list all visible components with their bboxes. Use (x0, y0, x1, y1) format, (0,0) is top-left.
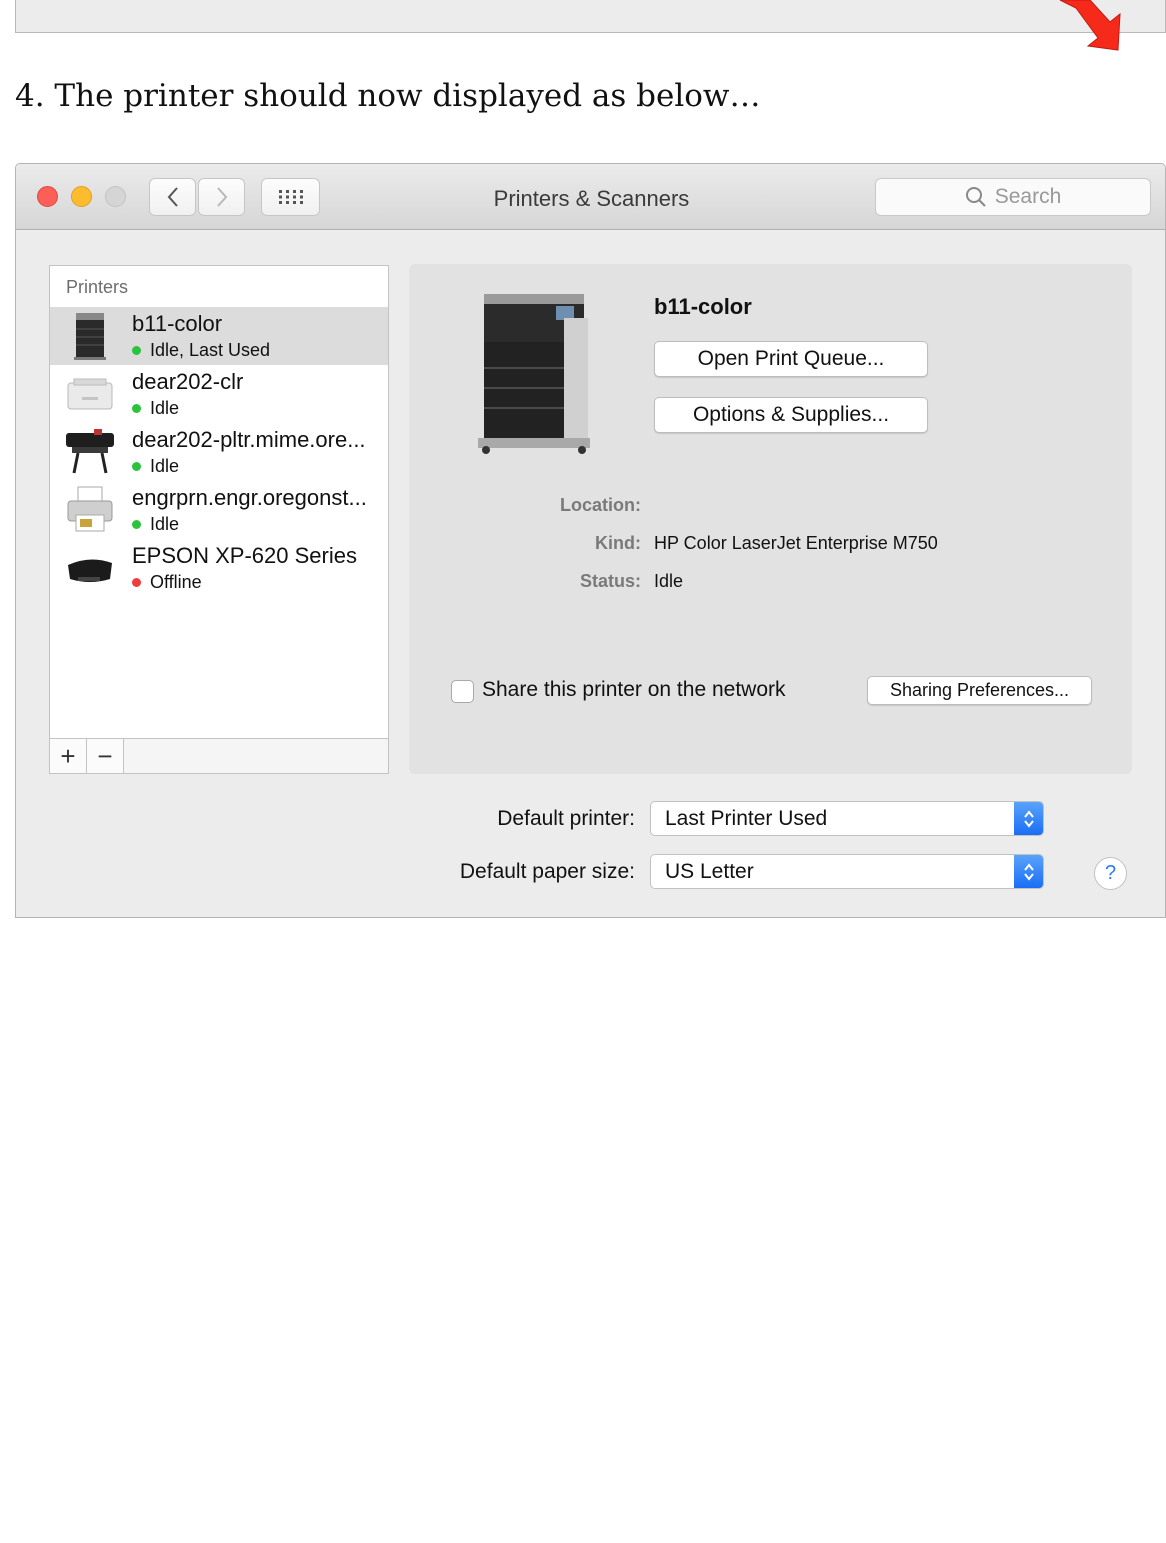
status-label: Status: (579, 571, 641, 591)
selected-printer-name: b11-color (654, 294, 752, 319)
popup-stepper-icon (1014, 802, 1043, 835)
add-printer-button[interactable]: + (50, 739, 87, 773)
printer-name: dear202-pltr.mime.ore... (132, 427, 366, 452)
help-button[interactable]: ? (1094, 857, 1127, 890)
search-field[interactable]: Search (875, 178, 1151, 216)
previous-screenshot-edge (15, 0, 1166, 33)
location-label: Location: (560, 495, 641, 515)
printer-row-engrprn[interactable]: engrprn.engr.oregonst... Idle (50, 481, 388, 539)
default-paper-label: Default paper size: (459, 860, 635, 883)
kind-label: Kind: (595, 533, 641, 553)
status-dot (132, 520, 141, 529)
laser-printer-large-icon (478, 294, 590, 454)
inkjet-printer-icon (68, 559, 112, 582)
status-dot (132, 404, 141, 413)
share-printer-label[interactable]: Share this printer on the network (482, 678, 786, 702)
status-dot (132, 578, 141, 587)
printer-status-text: Idle (150, 456, 180, 476)
default-paper-select[interactable]: US Letter (650, 854, 1044, 889)
default-printer-select[interactable]: Last Printer Used (650, 801, 1044, 836)
search-placeholder: Search (994, 185, 1062, 208)
default-printer-label: Default printer: (497, 807, 635, 830)
printer-row-epson[interactable]: EPSON XP-620 Series Offline (50, 539, 388, 597)
printer-status-text: Idle (150, 514, 180, 534)
popup-stepper-icon (1014, 855, 1043, 888)
step-instruction: 4. The printer should now displayed as b… (15, 78, 761, 114)
printer-status: Idle (132, 398, 179, 419)
status-value: Idle (654, 571, 684, 591)
desktop-printer-icon (67, 378, 113, 410)
printer-detail-pane: b11-color Open Print Queue... Options & … (409, 264, 1132, 774)
printer-status-text: Idle, Last Used (150, 340, 271, 360)
open-print-queue-button[interactable]: Open Print Queue... (654, 341, 928, 377)
status-dot (132, 346, 141, 355)
generic-printer-icon (67, 486, 113, 532)
status-dot (132, 462, 141, 471)
printer-name: EPSON XP-620 Series (132, 543, 357, 568)
sharing-preferences-button[interactable]: Sharing Preferences... (867, 676, 1092, 705)
printer-status: Idle, Last Used (132, 340, 270, 361)
printer-status: Idle (132, 456, 179, 477)
title-bar: Printers & Scanners Search (16, 164, 1165, 230)
kind-value: HP Color LaserJet Enterprise M750 (654, 533, 938, 553)
options-supplies-button[interactable]: Options & Supplies... (654, 397, 928, 433)
printer-name: b11-color (132, 311, 223, 336)
default-printer-value: Last Printer Used (665, 806, 828, 830)
printer-list: Printers b11-color Idle, Last Used dear2… (49, 265, 389, 774)
search-icon (965, 187, 986, 207)
printer-status: Idle (132, 514, 179, 535)
remove-printer-button[interactable]: − (87, 739, 124, 773)
printer-name: engrprn.engr.oregonst... (132, 485, 367, 510)
plotter-icon (66, 429, 114, 474)
laser-printer-large-icon (74, 313, 106, 360)
printer-row-dear202-pltr[interactable]: dear202-pltr.mime.ore... Idle (50, 423, 388, 481)
default-paper-value: US Letter (665, 859, 754, 883)
red-arrow-icon (1059, 0, 1121, 51)
printer-row-b11-color[interactable]: b11-color Idle, Last Used (50, 307, 388, 365)
printer-status: Offline (132, 572, 202, 593)
list-footer: + − (50, 738, 388, 773)
printer-status-text: Offline (150, 572, 202, 592)
printer-name: dear202-clr (132, 369, 244, 394)
share-printer-checkbox[interactable] (451, 680, 474, 703)
printer-row-dear202-clr[interactable]: dear202-clr Idle (50, 365, 388, 423)
list-header: Printers (66, 277, 129, 297)
printer-status-text: Idle (150, 398, 180, 418)
